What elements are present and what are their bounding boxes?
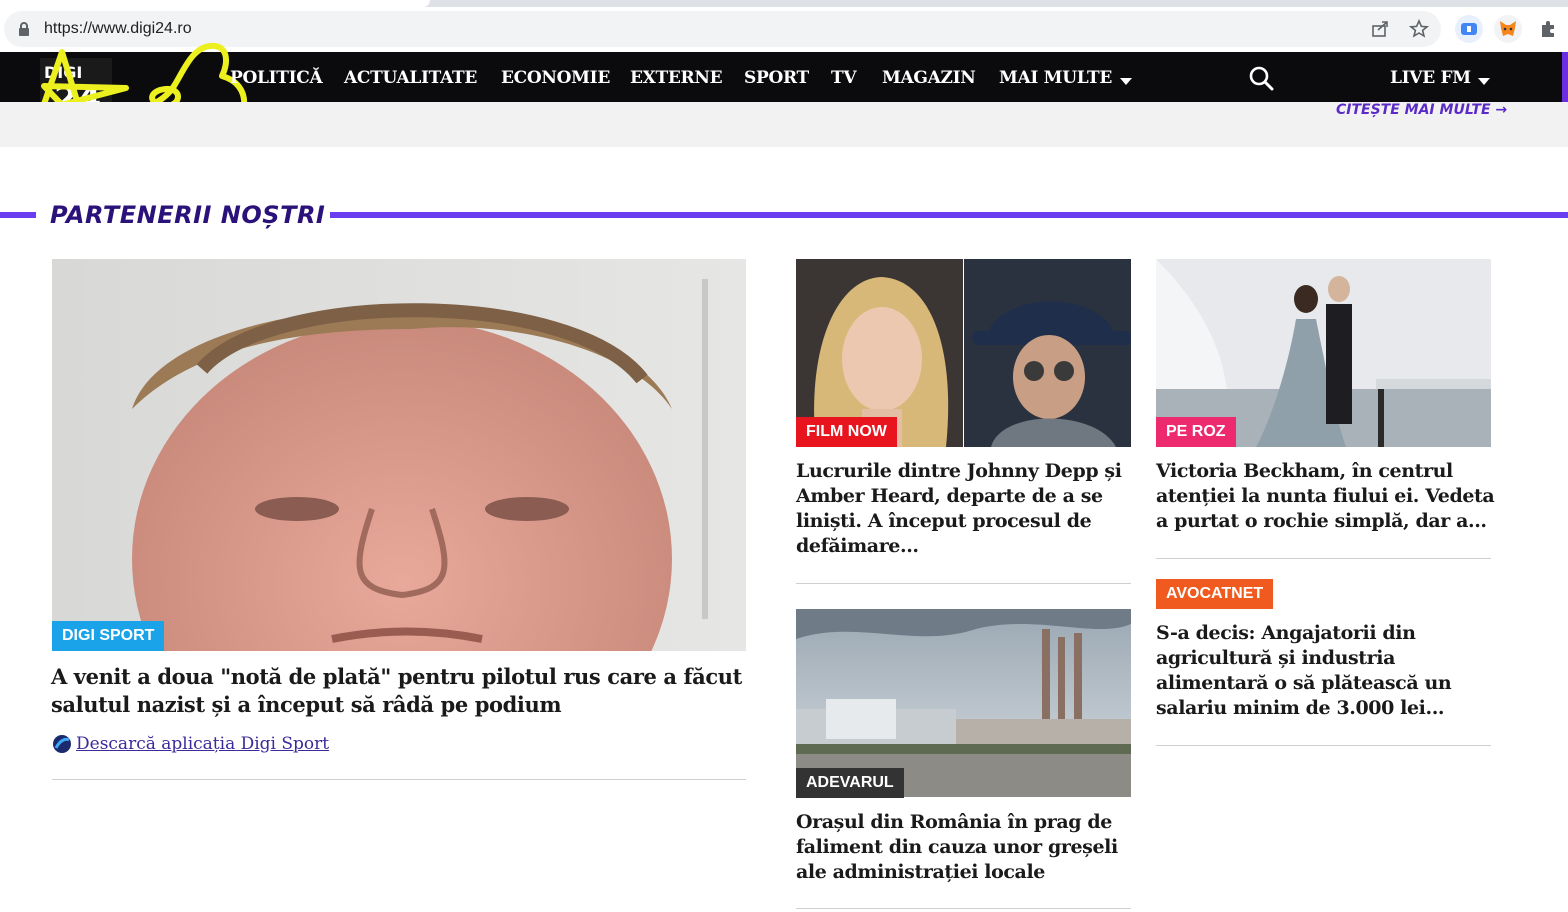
nav-item-politica[interactable]: POLITICĂ: [230, 67, 323, 89]
extension-icon[interactable]: [1455, 15, 1483, 43]
metamask-icon[interactable]: [1494, 15, 1522, 43]
content-strip: [0, 102, 1568, 147]
article-title-adevarul[interactable]: Orașul din România în prag de faliment d…: [796, 810, 1136, 885]
chevron-down-icon[interactable]: [1120, 73, 1132, 91]
download-app-link[interactable]: Descarcă aplicația Digi Sport: [76, 733, 329, 755]
share-icon[interactable]: [1368, 17, 1392, 41]
article-title-pe-roz[interactable]: Victoria Beckham, în centrul atenției la…: [1156, 459, 1496, 534]
article-image-digi-sport[interactable]: [52, 259, 746, 651]
nav-item-magazin[interactable]: MAGAZIN: [882, 67, 976, 89]
search-icon[interactable]: [1248, 65, 1274, 96]
article-badge-pe-roz[interactable]: PE ROZ: [1156, 417, 1236, 447]
article-badge-adevarul[interactable]: ADEVARUL: [796, 768, 904, 798]
nav-accent-bar: [1562, 52, 1568, 102]
nav-item-tv[interactable]: TV: [831, 67, 857, 89]
section-line-left: [0, 212, 36, 218]
digi-sport-app-icon: [52, 734, 72, 759]
live-fm-button[interactable]: LIVE FM: [1390, 67, 1471, 89]
nav-item-actualitate[interactable]: ACTUALITATE: [344, 67, 477, 89]
article-divider: [1156, 558, 1491, 559]
nav-item-economie[interactable]: ECONOMIE: [501, 67, 610, 89]
article-title-digi-sport[interactable]: A venit a doua "notă de plată" pentru pi…: [51, 663, 751, 719]
url-text[interactable]: https://www.digi24.ro: [44, 19, 192, 39]
nav-item-mai-multe[interactable]: MAI MULTE: [999, 67, 1112, 89]
article-badge-film-now[interactable]: FILM NOW: [796, 417, 897, 447]
section-title: PARTENERII NOȘTRI: [50, 201, 326, 229]
read-more-link[interactable]: CITEȘTE MAI MULTE →: [1336, 102, 1507, 118]
lock-icon[interactable]: [18, 22, 30, 36]
nav-item-sport[interactable]: SPORT: [744, 67, 809, 89]
article-title-film-now[interactable]: Lucrurile dintre Johnny Depp și Amber He…: [796, 459, 1136, 559]
article-divider: [796, 908, 1131, 909]
article-divider: [796, 583, 1131, 584]
live-fm-chevron-icon[interactable]: [1478, 73, 1490, 91]
article-divider: [52, 779, 746, 780]
puzzle-icon[interactable]: [1536, 17, 1560, 41]
article-title-avocatnet[interactable]: S-a decis: Angajatorii din agricultură ș…: [1156, 621, 1496, 721]
star-icon[interactable]: [1407, 17, 1431, 41]
section-line-right: [330, 212, 1568, 218]
article-divider: [1156, 745, 1491, 746]
article-badge-avocatnet[interactable]: AVOCATNET: [1156, 579, 1274, 609]
nav-item-externe[interactable]: EXTERNE: [630, 67, 723, 89]
article-badge-digi-sport[interactable]: DIGI SPORT: [52, 621, 165, 651]
tab-strip: [0, 0, 1568, 7]
